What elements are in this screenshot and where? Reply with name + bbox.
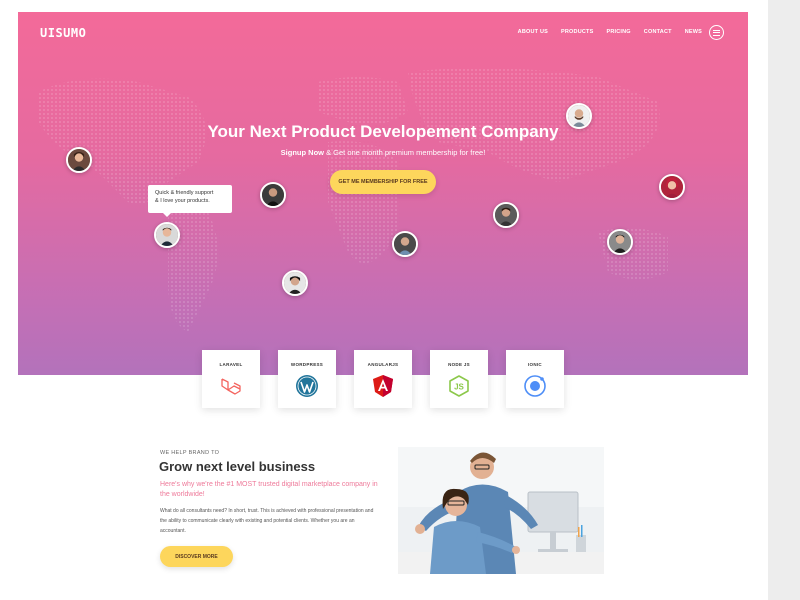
testimonial-tooltip: Quick & friendly support & I love your p… (148, 185, 232, 217)
main-nav: ABOUT US PRODUCTS PRICING CONTACT NEWS (518, 29, 702, 35)
nav-item-pricing[interactable]: PRICING (606, 29, 630, 35)
section-heading: Grow next level business (159, 459, 316, 474)
world-map-pattern (38, 68, 668, 332)
section-eyebrow: WE HELP BRAND TO (160, 450, 220, 456)
tooltip-line-2: & I love your products. (155, 198, 210, 204)
tech-cards: LARAVEL WORDPRESS ANGULARJS NODE JS JS I… (0, 350, 800, 410)
hamburger-menu-icon[interactable] (709, 25, 724, 40)
user-avatar[interactable] (493, 202, 519, 228)
tech-card-nodejs[interactable]: NODE JS JS (430, 350, 488, 408)
hero-section: UISUMO ABOUT US PRODUCTS PRICING CONTACT… (18, 12, 748, 375)
signup-now-text[interactable]: Signup Now (281, 148, 324, 157)
discover-more-button[interactable]: DISCOVER MORE (160, 546, 233, 567)
tech-label: NODE JS (448, 362, 470, 367)
right-scroll-area (768, 0, 800, 600)
nav-item-contact[interactable]: CONTACT (644, 29, 672, 35)
laravel-icon (221, 378, 241, 395)
user-avatar[interactable] (260, 182, 286, 208)
tech-card-laravel[interactable]: LARAVEL (202, 350, 260, 408)
tech-label: ANGULARJS (367, 362, 399, 367)
nav-item-products[interactable]: PRODUCTS (561, 29, 593, 35)
brand-logo[interactable]: UISUMO (40, 26, 86, 40)
team-photo (398, 447, 604, 574)
nav-item-about-us[interactable]: ABOUT US (518, 29, 548, 35)
section-lead: Here's why we're the #1 MOST trusted dig… (160, 481, 378, 498)
tech-card-ionic[interactable]: IONIC (506, 350, 564, 408)
user-avatar[interactable] (66, 147, 92, 173)
nav-item-news[interactable]: NEWS (685, 29, 702, 35)
section-body: What do all consultants need? In short, … (160, 508, 374, 534)
membership-cta-button[interactable]: GET ME MEMBERSHIP FOR FREE (330, 170, 436, 194)
hero-subtitle-rest: & Get one month premium membership for f… (324, 148, 486, 157)
angular-icon (373, 375, 393, 397)
wordpress-icon (296, 375, 318, 397)
hero-subtitle: Signup Now & Get one month premium membe… (18, 148, 748, 157)
tech-card-angularjs[interactable]: ANGULARJS (354, 350, 412, 408)
svg-text:JS: JS (454, 383, 464, 392)
user-avatar[interactable] (607, 229, 633, 255)
user-avatar[interactable] (282, 270, 308, 296)
user-avatar[interactable] (659, 174, 685, 200)
tooltip-line-1: Quick & friendly support (155, 190, 214, 196)
user-avatar[interactable] (392, 231, 418, 257)
tech-card-wordpress[interactable]: WORDPRESS (278, 350, 336, 408)
user-avatar[interactable] (154, 222, 180, 248)
hero-title: Your Next Product Developement Company (207, 122, 559, 141)
tech-label: IONIC (527, 362, 542, 367)
ionic-icon (524, 375, 546, 397)
user-avatar[interactable] (566, 103, 592, 129)
nodejs-icon: JS (449, 375, 469, 397)
tech-label: WORDPRESS (290, 362, 324, 367)
tech-label: LARAVEL (219, 362, 243, 367)
